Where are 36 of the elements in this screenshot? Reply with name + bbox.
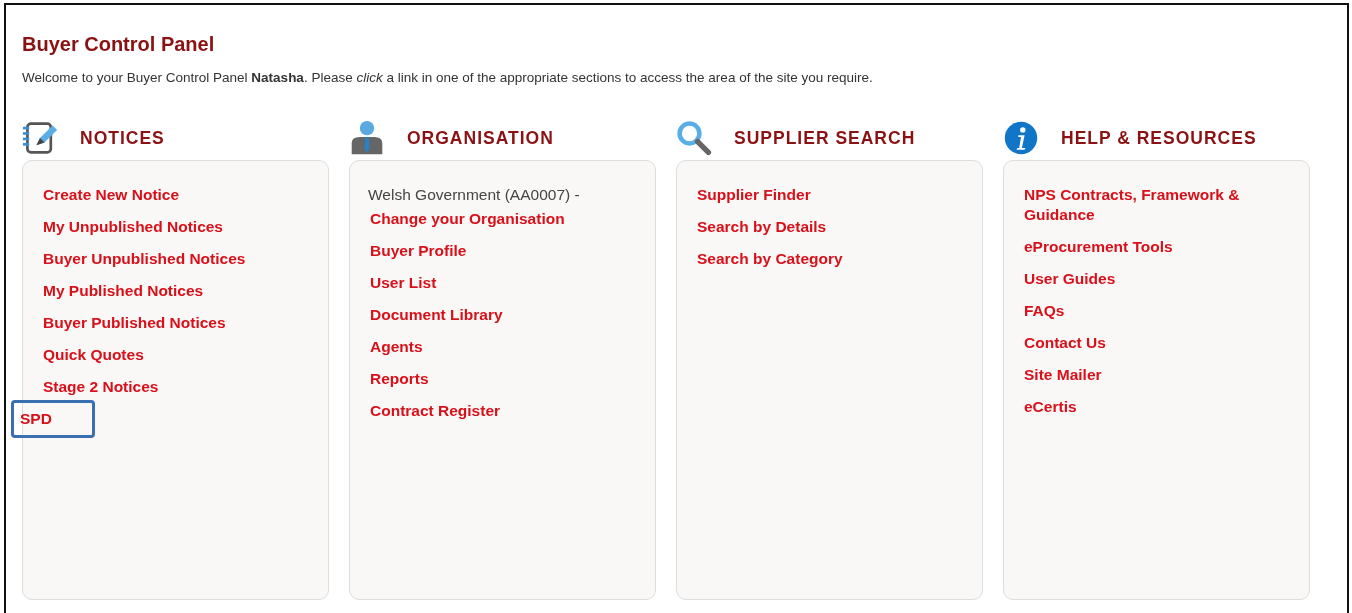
section-link[interactable]: Create New Notice [38,182,185,208]
section-link[interactable]: Supplier Finder [692,182,816,208]
section-heading: SUPPLIER SEARCH [734,127,916,149]
section-heading: HELP & RESOURCES [1061,127,1257,149]
section-heading: NOTICES [80,127,165,149]
person-icon [349,120,385,156]
section-heading: ORGANISATION [407,127,554,149]
section-link[interactable]: Search by Details [692,214,832,240]
section-link[interactable]: Stage 2 Notices [38,374,164,400]
section-link[interactable]: Document Library [365,302,508,328]
section-link[interactable]: My Unpublished Notices [38,214,228,240]
section-link[interactable]: SPD [11,400,95,438]
section-link[interactable]: Contract Register [365,398,506,424]
notepad-pencil-icon [22,120,58,156]
organisation-name: Welsh Government (AA0007) - [368,185,580,205]
section-link[interactable]: Buyer Unpublished Notices [38,246,251,272]
search-icon [676,120,712,156]
section-link[interactable]: Change your Organisation [365,206,570,232]
section-link[interactable]: Contact Us [1019,330,1111,356]
section-link[interactable]: eProcurement Tools [1019,234,1178,260]
section-link[interactable]: Search by Category [692,246,848,272]
section-link[interactable]: NPS Contracts, Framework & Guidance [1019,182,1291,228]
section-link[interactable]: User List [365,270,442,296]
welcome-text: Welcome to your Buyer Control Panel Natasha. Please click a link in one of the appropriate sections to access the area of the site you require. [22,70,874,85]
page-title: Buyer Control Panel [22,33,216,56]
section-link[interactable]: Quick Quotes [38,342,149,368]
section-link[interactable]: Buyer Published Notices [38,310,231,336]
section-link[interactable]: eCertis [1019,394,1082,420]
section-link[interactable]: Buyer Profile [365,238,472,264]
section-link[interactable]: Agents [365,334,428,360]
section-link[interactable]: Site Mailer [1019,362,1107,388]
section-link[interactable]: User Guides [1019,266,1121,292]
section-link[interactable]: Reports [365,366,434,392]
info-icon [1003,120,1039,156]
section-link[interactable]: FAQs [1019,298,1070,324]
section-link[interactable]: My Published Notices [38,278,209,304]
